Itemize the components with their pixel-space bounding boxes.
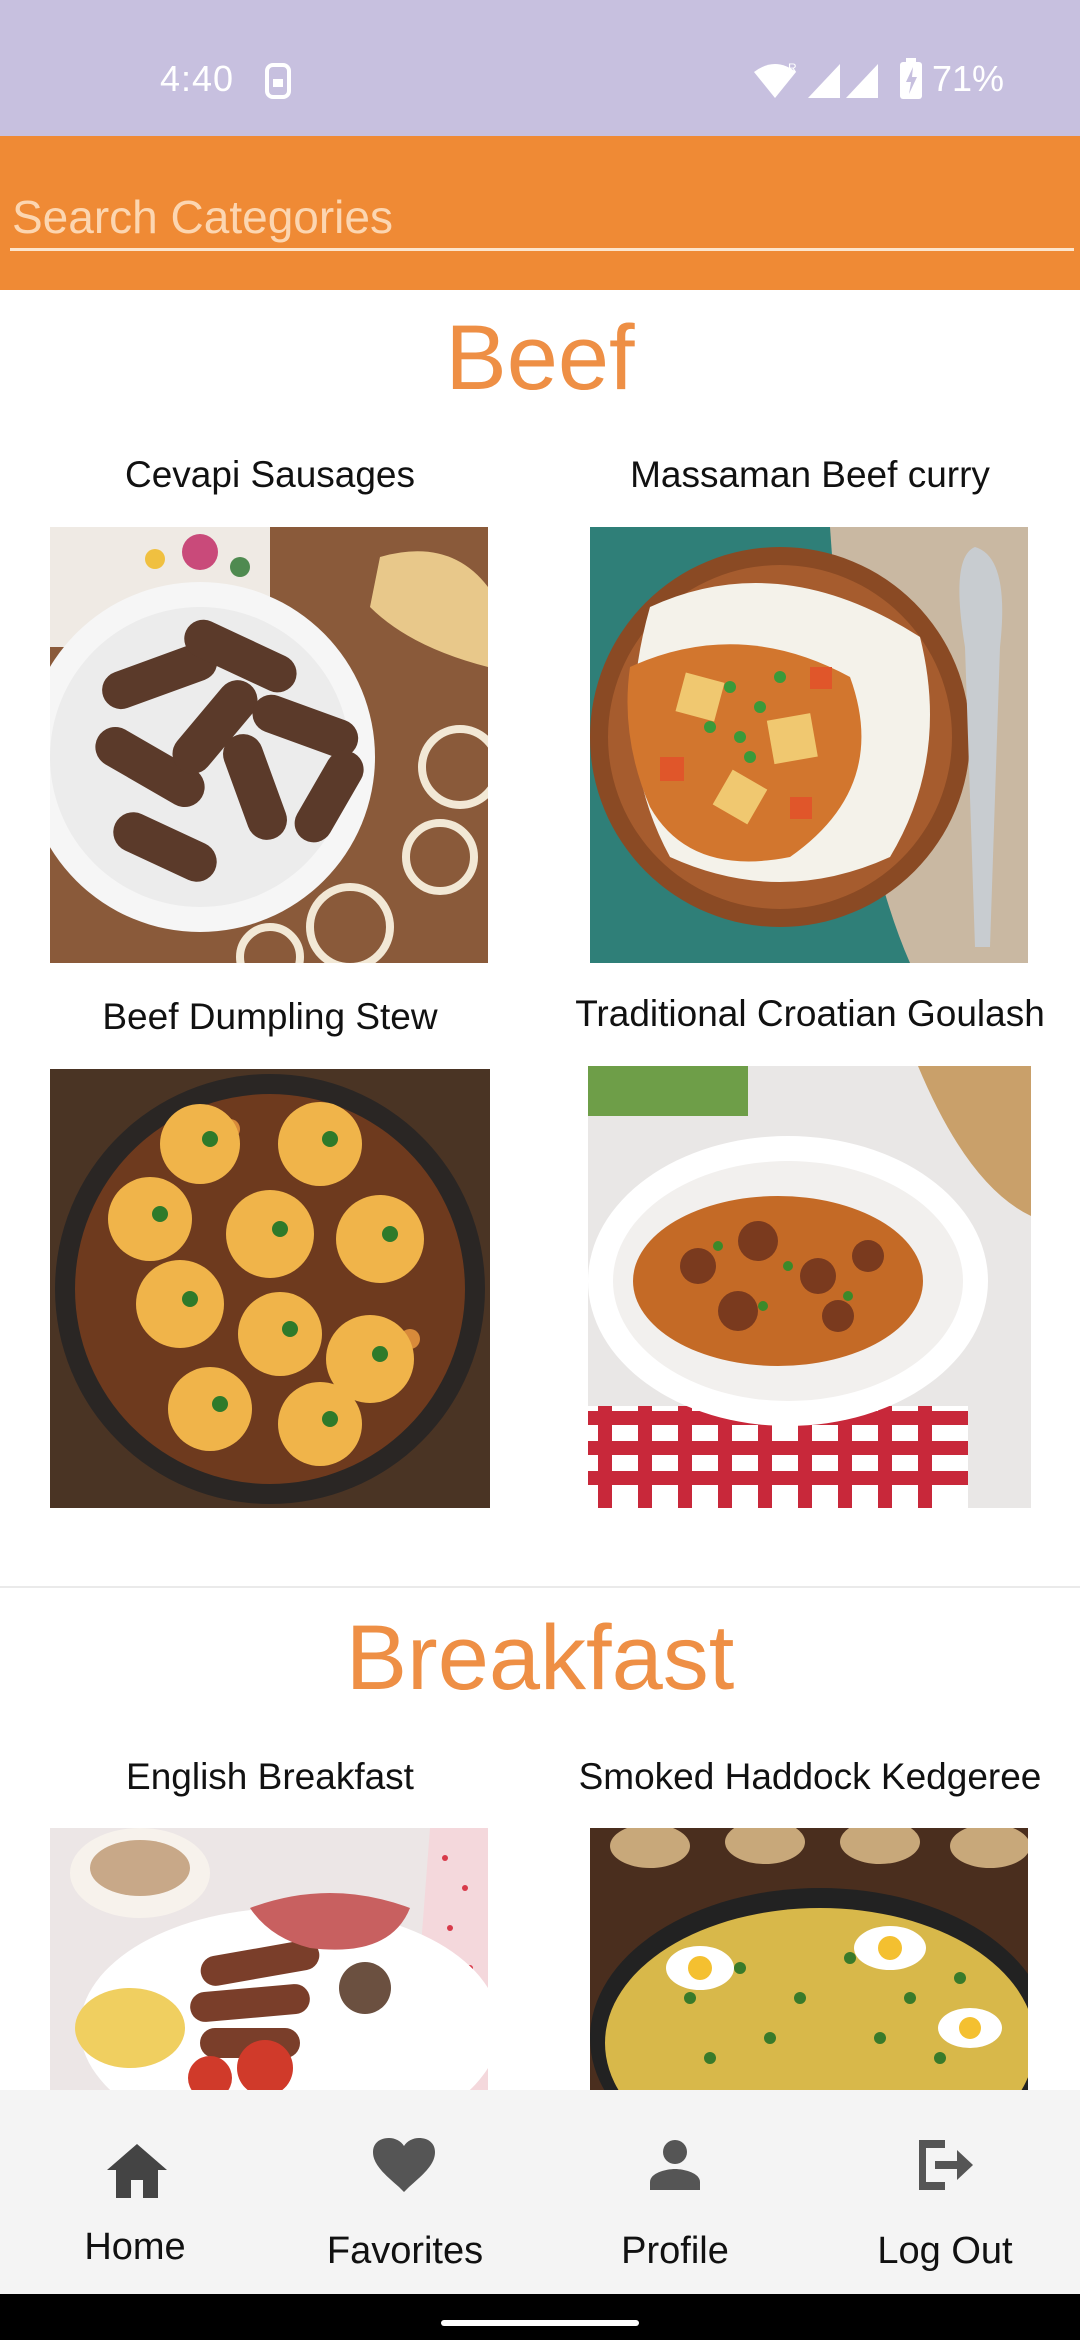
category-title-beef: Beef bbox=[445, 307, 635, 409]
logout-icon bbox=[919, 2140, 973, 2190]
sim-card-icon bbox=[264, 62, 292, 105]
home-icon bbox=[107, 2144, 167, 2198]
search-header bbox=[0, 136, 1080, 290]
heart-icon bbox=[373, 2138, 435, 2192]
system-gesture-bar bbox=[0, 2294, 1080, 2340]
meal-image-cevapi[interactable] bbox=[50, 527, 488, 963]
status-bar: 4:40 R 71% bbox=[0, 0, 1080, 136]
category-title-breakfast: Breakfast bbox=[345, 1607, 735, 1709]
meal-image-dumpling-stew[interactable] bbox=[50, 1069, 490, 1508]
nav-label: Profile bbox=[621, 2230, 729, 2272]
meal-image-english-breakfast[interactable] bbox=[50, 1828, 488, 2090]
nav-favorites[interactable]: Favorites bbox=[270, 2090, 540, 2294]
nav-logout[interactable]: Log Out bbox=[810, 2090, 1080, 2294]
search-input[interactable] bbox=[10, 186, 1074, 251]
home-gesture-pill[interactable] bbox=[441, 2320, 639, 2326]
nav-home[interactable]: Home bbox=[0, 2090, 270, 2294]
nav-profile[interactable]: Profile bbox=[540, 2090, 810, 2294]
nav-label: Favorites bbox=[326, 2230, 484, 2272]
meal-title: Traditional Croatian Goulash bbox=[575, 993, 1045, 1034]
category-list[interactable]: Beef Cevapi Sausages Massaman Beef curry… bbox=[0, 290, 1080, 2090]
signal-icon bbox=[806, 60, 880, 105]
battery-icon bbox=[898, 58, 924, 105]
battery-percentage: 71% bbox=[932, 58, 1005, 99]
meal-title: Massaman Beef curry bbox=[630, 454, 990, 495]
meal-image-massaman[interactable] bbox=[590, 527, 1028, 963]
wifi-icon: R bbox=[752, 60, 798, 105]
meal-title: Beef Dumpling Stew bbox=[102, 996, 438, 1037]
nav-label: Home bbox=[84, 2226, 186, 2268]
svg-text:R: R bbox=[788, 61, 797, 75]
bottom-navigation: Home Favorites Profile Log Out bbox=[0, 2090, 1080, 2294]
meal-title: English Breakfast bbox=[126, 1756, 414, 1797]
meal-image-croatian-goulash[interactable] bbox=[588, 1066, 1031, 1508]
meal-image-kedgeree[interactable] bbox=[590, 1828, 1028, 2090]
status-time: 4:40 bbox=[160, 58, 235, 99]
nav-label: Log Out bbox=[877, 2230, 1013, 2272]
meal-title: Smoked Haddock Kedgeree bbox=[578, 1756, 1042, 1797]
person-icon bbox=[650, 2140, 700, 2190]
category-divider bbox=[0, 1586, 1080, 1588]
meal-title: Cevapi Sausages bbox=[124, 454, 416, 495]
